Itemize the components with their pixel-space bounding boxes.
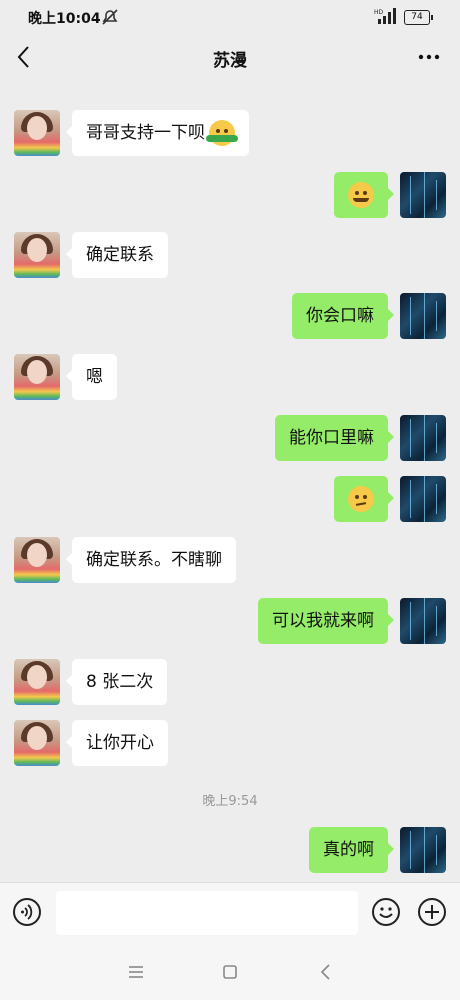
my-avatar[interactable] (400, 827, 446, 873)
hug-emoji-icon (206, 120, 238, 146)
smile-icon[interactable] (371, 897, 401, 927)
more-dots-icon[interactable] (414, 44, 444, 70)
message-row: 可以我就来啊 (0, 598, 460, 648)
message-bubble[interactable]: 确定联系。不瞎聊 (66, 537, 236, 583)
contact-avatar[interactable] (14, 110, 60, 156)
my-avatar[interactable] (400, 415, 446, 461)
signal-hd-label: HD (374, 9, 384, 16)
message-row: 真的啊 (0, 827, 460, 877)
message-row (0, 476, 460, 526)
contact-avatar[interactable] (14, 354, 60, 400)
system-nav-bar (0, 944, 460, 1000)
message-text: 8 张二次 (86, 672, 154, 692)
message-text: 真的啊 (323, 840, 374, 860)
message-bubble[interactable]: 哥哥支持一下呗 (66, 110, 249, 156)
message-text: 哥哥支持一下呗 (86, 123, 205, 143)
my-avatar[interactable] (400, 293, 446, 339)
battery-level: 74 (411, 12, 423, 22)
contact-avatar[interactable] (14, 659, 60, 705)
message-text: 能你口里嘛 (289, 428, 374, 448)
my-avatar[interactable] (400, 172, 446, 218)
chat-message-list[interactable]: 哥哥支持一下呗 确定联系 你会口嘛 嗯 能你口里嘛 确定联系。不瞎聊 可以我就来… (0, 82, 460, 882)
message-bubble[interactable]: 能你口里嘛 (275, 415, 394, 461)
message-text: 确定联系。不瞎聊 (86, 550, 222, 570)
message-row: 能你口里嘛 (0, 415, 460, 465)
message-row: 8 张二次 (0, 659, 460, 709)
menu-icon[interactable] (124, 960, 148, 984)
message-input[interactable] (56, 891, 358, 935)
message-bubble[interactable] (334, 172, 394, 218)
plus-icon[interactable] (417, 897, 447, 927)
thinking-emoji-icon (348, 486, 374, 512)
message-row: 你会口嘛 (0, 293, 460, 343)
status-bar: 晚上10:04 HD 74 (0, 0, 460, 36)
message-bubble[interactable] (334, 476, 394, 522)
battery-icon: 74 (404, 10, 433, 25)
message-bubble[interactable]: 确定联系 (66, 232, 168, 278)
message-text: 可以我就来啊 (272, 611, 374, 631)
message-bubble[interactable]: 你会口嘛 (292, 293, 394, 339)
message-row: 哥哥支持一下呗 (0, 110, 460, 160)
message-bubble[interactable]: 嗯 (66, 354, 117, 400)
message-text: 让你开心 (86, 733, 154, 753)
message-bubble[interactable]: 8 张二次 (65, 659, 168, 705)
my-avatar[interactable] (400, 598, 446, 644)
message-text: 你会口嘛 (306, 306, 374, 326)
contact-avatar[interactable] (14, 232, 60, 278)
contact-avatar[interactable] (14, 720, 60, 766)
back-icon[interactable] (314, 960, 338, 984)
home-icon[interactable] (218, 960, 242, 984)
mute-icon (102, 9, 118, 25)
message-row: 嗯 (0, 354, 460, 404)
voice-icon[interactable] (12, 897, 42, 927)
chat-header: 苏漫 (0, 36, 460, 82)
message-bubble[interactable]: 真的啊 (309, 827, 394, 873)
contact-avatar[interactable] (14, 537, 60, 583)
message-bubble[interactable]: 可以我就来啊 (258, 598, 394, 644)
laugh-cry-emoji-icon (348, 182, 374, 208)
message-text: 确定联系 (86, 245, 154, 265)
message-row: 让你开心 (0, 720, 460, 770)
message-row (0, 172, 460, 222)
chat-title: 苏漫 (213, 51, 247, 71)
message-bubble[interactable]: 让你开心 (66, 720, 168, 766)
message-timestamp: 晚上9:54 (202, 794, 258, 809)
message-input-bar (0, 882, 460, 945)
signal-icon: HD (374, 8, 396, 24)
status-time: 晚上10:04 (28, 11, 101, 27)
my-avatar[interactable] (400, 476, 446, 522)
message-text: 嗯 (86, 367, 103, 387)
message-row: 确定联系。不瞎聊 (0, 537, 460, 587)
message-row: 确定联系 (0, 232, 460, 282)
